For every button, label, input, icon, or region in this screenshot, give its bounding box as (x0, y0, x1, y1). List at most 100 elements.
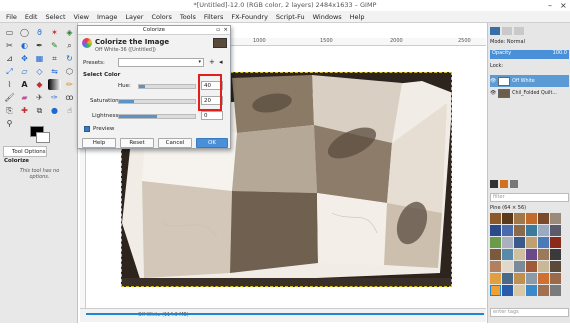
close-icon[interactable]: × (560, 0, 567, 11)
tab-tool-options[interactable]: Tool Options (3, 146, 47, 157)
pattern-swatch[interactable] (550, 249, 561, 260)
rotate-icon[interactable]: ↻ (63, 53, 76, 64)
pattern-swatch[interactable] (514, 285, 525, 296)
pattern-swatch[interactable] (550, 237, 561, 248)
opacity-slider[interactable]: Opacity 100.0 (490, 50, 569, 59)
menu-colors[interactable]: Colors (151, 13, 171, 21)
pattern-swatch[interactable] (490, 249, 501, 260)
pattern-swatch[interactable] (514, 237, 525, 248)
menu-image[interactable]: Image (97, 13, 117, 21)
paintbrush-icon[interactable]: 🖌 (3, 92, 16, 103)
pattern-swatch[interactable] (550, 285, 561, 296)
pattern-swatch[interactable] (538, 285, 549, 296)
fuzzy-select-icon[interactable]: ✶ (48, 27, 61, 38)
airbrush-icon[interactable]: ✈ (33, 92, 46, 103)
channels-tab-icon[interactable] (502, 27, 512, 35)
measure-icon[interactable]: ⊿ (3, 53, 16, 64)
eye-icon[interactable]: 👁 (490, 79, 496, 84)
crop-icon[interactable]: ⌗ (48, 53, 61, 64)
lightness-slider[interactable] (118, 114, 196, 119)
pattern-swatch[interactable] (526, 249, 537, 260)
dialog-restore-icon[interactable]: ▫ (216, 26, 220, 35)
pattern-swatch[interactable] (550, 261, 561, 272)
zoom-icon[interactable]: ⌕ (63, 40, 76, 51)
patterns-tab-icon[interactable] (500, 180, 508, 188)
pattern-swatch[interactable] (526, 225, 537, 236)
pattern-swatch[interactable] (502, 285, 513, 296)
pattern-swatch[interactable] (490, 213, 501, 224)
free-select-icon[interactable]: ϑ (33, 27, 46, 38)
pattern-swatch[interactable] (502, 237, 513, 248)
menu-select[interactable]: Select (45, 13, 65, 21)
ok-button[interactable]: OK (196, 138, 228, 148)
pattern-swatch[interactable] (550, 225, 561, 236)
gradients-tab-icon[interactable] (510, 180, 518, 188)
ink-icon[interactable]: ✑ (48, 92, 61, 103)
clone-icon[interactable]: ⎘ (3, 105, 16, 116)
rect-select-icon[interactable]: ▭ (3, 27, 16, 38)
menu-view[interactable]: View (74, 13, 89, 21)
background-color[interactable] (36, 132, 50, 143)
patterns-grid[interactable] (490, 213, 569, 305)
saturation-slider[interactable] (118, 99, 196, 104)
hue-slider[interactable] (138, 84, 196, 89)
color-select-icon[interactable]: ◈ (63, 27, 76, 38)
pattern-swatch[interactable] (526, 237, 537, 248)
layer-row[interactable]: 👁 Chil_Folded Quilt... (490, 87, 569, 99)
add-preset-icon[interactable]: + (209, 58, 215, 66)
pattern-swatch[interactable] (538, 237, 549, 248)
lightness-input[interactable]: 0 (201, 111, 223, 120)
smudge-icon[interactable]: ☝ (63, 105, 76, 116)
menu-fx-foundry[interactable]: FX-Foundry (231, 13, 268, 21)
pencil-icon[interactable]: ✏ (63, 79, 76, 90)
menu-help[interactable]: Help (350, 13, 365, 21)
scissors-icon[interactable]: ✂ (3, 40, 16, 51)
mypaint-brush-icon[interactable]: ꝏ (63, 92, 76, 103)
pattern-swatch[interactable] (538, 213, 549, 224)
horizontal-scrollbar[interactable] (86, 313, 484, 315)
menu-filters[interactable]: Filters (204, 13, 223, 21)
heal-icon[interactable]: ✚ (18, 105, 31, 116)
pattern-swatch[interactable] (502, 273, 513, 284)
pattern-swatch[interactable] (538, 261, 549, 272)
align-icon[interactable]: ▦ (33, 53, 46, 64)
menu-script-fu[interactable]: Script-Fu (276, 13, 305, 21)
dialog-close-icon[interactable]: × (223, 26, 228, 35)
text-icon[interactable]: A (18, 79, 31, 90)
scale-icon[interactable]: ⤢ (3, 66, 16, 77)
pattern-swatch[interactable] (550, 213, 561, 224)
pattern-swatch[interactable] (514, 273, 525, 284)
pattern-tags-input[interactable]: enter tags (490, 308, 569, 317)
perspective-clone-icon[interactable]: ⧉ (33, 105, 46, 116)
pattern-swatch[interactable] (538, 225, 549, 236)
gradient-icon[interactable] (48, 79, 61, 90)
blur-icon[interactable]: ● (48, 105, 61, 116)
eye-icon[interactable]: 👁 (490, 91, 496, 96)
layer-row[interactable]: 👁 Off White (490, 75, 569, 87)
pattern-swatch[interactable] (538, 273, 549, 284)
mode-value[interactable]: Normal (507, 39, 525, 45)
paths-tab-icon[interactable] (514, 27, 524, 35)
perspective-icon[interactable]: ◇ (33, 66, 46, 77)
pattern-swatch[interactable] (514, 261, 525, 272)
menu-file[interactable]: File (6, 13, 17, 21)
bucket-fill-icon[interactable]: ◆ (33, 79, 46, 90)
cancel-button[interactable]: Cancel (158, 138, 192, 148)
pattern-swatch[interactable] (514, 249, 525, 260)
foreground-select-icon[interactable]: ◐ (18, 40, 31, 51)
pattern-swatch[interactable] (526, 285, 537, 296)
pattern-swatch[interactable] (526, 273, 537, 284)
pattern-swatch[interactable] (526, 261, 537, 272)
pattern-swatch[interactable] (514, 213, 525, 224)
pattern-swatch[interactable] (502, 225, 513, 236)
menu-edit[interactable]: Edit (25, 13, 38, 21)
pattern-swatch[interactable] (490, 285, 501, 296)
pattern-swatch[interactable] (490, 261, 501, 272)
preview-checkbox[interactable] (84, 126, 90, 132)
shear-icon[interactable]: ▱ (18, 66, 31, 77)
menu-tools[interactable]: Tools (180, 13, 196, 21)
pattern-swatch[interactable] (490, 237, 501, 248)
pattern-swatch[interactable] (550, 273, 561, 284)
brushes-tab-icon[interactable] (490, 180, 498, 188)
pattern-swatch[interactable] (490, 225, 501, 236)
